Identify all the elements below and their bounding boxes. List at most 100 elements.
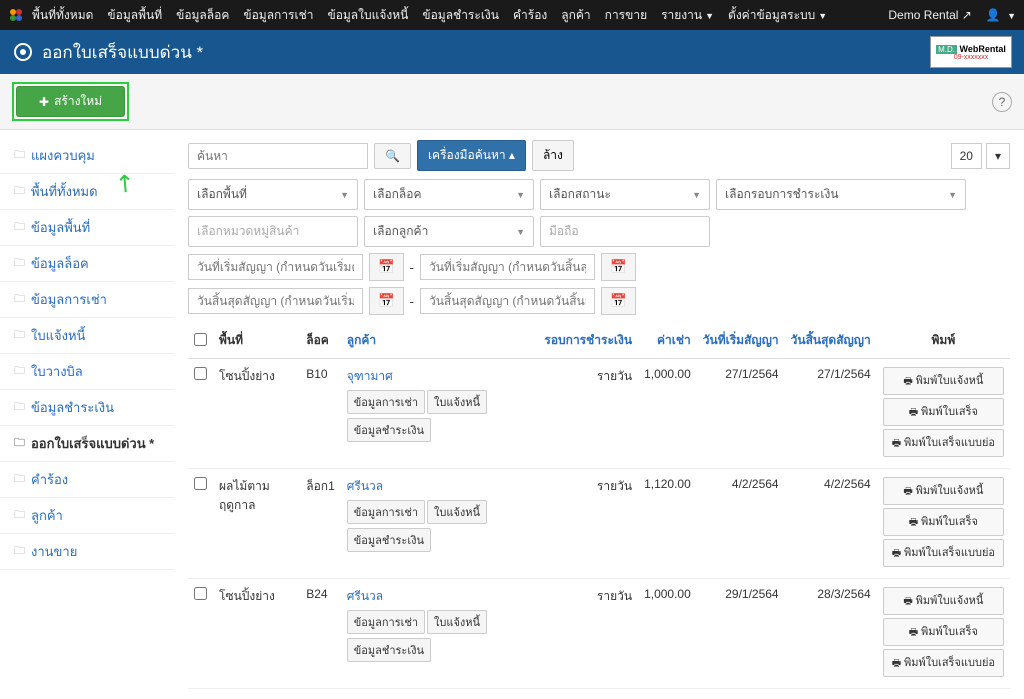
help-icon[interactable]: ? <box>992 92 1012 112</box>
filter-round[interactable]: เลือกรอบการชำระเงิน▼ <box>716 179 966 210</box>
sidebar-item[interactable]: 🗀ออกใบเสร็จแบบด่วน * <box>0 426 174 462</box>
search-tools-button[interactable]: เครื่องมือค้นหา ▴ <box>417 140 526 171</box>
cell-round: รายวัน <box>538 579 638 689</box>
sidebar-item[interactable]: 🗀ลูกค้า <box>0 498 174 534</box>
col-area[interactable]: พื้นที่ <box>213 323 300 359</box>
sidebar-item[interactable]: 🗀แผงควบคุม <box>0 138 174 174</box>
topmenu-item[interactable]: ข้อมูลใบแจ้งหนี้ <box>327 6 408 25</box>
end-date-from[interactable] <box>188 288 363 314</box>
cell-start: 29/1/2564 <box>697 579 785 689</box>
target-icon <box>14 43 32 61</box>
folder-icon: 🗀 <box>14 362 25 381</box>
cell-customer: ศรีนวลข้อมูลการเช่าใบแจ้งหนี้ข้อมูลชำระเ… <box>341 469 539 579</box>
filter-area[interactable]: เลือกพื้นที่▼ <box>188 179 358 210</box>
start-date-to[interactable] <box>420 254 595 280</box>
search-input[interactable] <box>188 143 368 169</box>
calendar-icon[interactable]: 📅 <box>369 253 404 281</box>
filter-status[interactable]: เลือกสถานะ▼ <box>540 179 710 210</box>
new-button[interactable]: ✚ สร้างใหม่ <box>16 86 125 117</box>
print-receipt-button[interactable]: พิมพ์ใบเสร็จ <box>883 508 1004 536</box>
col-start[interactable]: วันที่เริ่มสัญญา <box>697 323 785 359</box>
calendar-icon[interactable]: 📅 <box>601 253 636 281</box>
print-invoice-button[interactable]: พิมพ์ใบแจ้งหนี้ <box>883 367 1004 395</box>
per-page-select[interactable]: 20 <box>951 143 982 169</box>
filter-category[interactable]: เลือกหมวดหมู่สินค้า <box>188 216 358 247</box>
tag-payment[interactable]: ข้อมูลชำระเงิน <box>347 528 431 552</box>
row-checkbox[interactable] <box>194 367 207 380</box>
row-checkbox[interactable] <box>194 587 207 600</box>
per-page-caret[interactable]: ▾ <box>986 143 1010 169</box>
cell-round: รายวัน <box>538 359 638 469</box>
sidebar-item[interactable]: 🗀พื้นที่ทั้งหมด <box>0 174 174 210</box>
sidebar-item[interactable]: 🗀ใบวางบิล <box>0 354 174 390</box>
filter-lock[interactable]: เลือกล็อค▼ <box>364 179 534 210</box>
cell-actions: พิมพ์ใบแจ้งหนี้พิมพ์ใบเสร็จพิมพ์ใบเสร็จแ… <box>877 579 1010 689</box>
col-lock[interactable]: ล็อค <box>300 323 341 359</box>
topmenu-item[interactable]: การขาย <box>605 6 647 25</box>
table-row: โซนปิ้งย่างB24ศรีนวลข้อมูลการเช่าใบแจ้งห… <box>188 579 1010 689</box>
sidebar-item[interactable]: 🗀ข้อมูลการเช่า <box>0 282 174 318</box>
topmenu-item[interactable]: รายงาน▼ <box>661 6 714 25</box>
topmenu-item[interactable]: ลูกค้า <box>561 6 590 25</box>
topmenu-item[interactable]: ข้อมูลชำระเงิน <box>422 6 499 25</box>
filter-mobile[interactable]: มือถือ <box>540 216 710 247</box>
col-end[interactable]: วันสิ้นสุดสัญญา <box>785 323 877 359</box>
col-print: พิมพ์ <box>877 323 1010 359</box>
sidebar-item[interactable]: 🗀ใบแจ้งหนี้ <box>0 318 174 354</box>
sidebar-item[interactable]: 🗀ข้อมูลพื้นที่ <box>0 210 174 246</box>
tag-payment[interactable]: ข้อมูลชำระเงิน <box>347 418 431 442</box>
sidebar-item[interactable]: 🗀ข้อมูลชำระเงิน <box>0 390 174 426</box>
print-receipt-button[interactable]: พิมพ์ใบเสร็จ <box>883 398 1004 426</box>
tag-invoice[interactable]: ใบแจ้งหนี้ <box>427 500 487 524</box>
folder-icon: 🗀 <box>14 218 25 237</box>
end-date-to[interactable] <box>420 288 595 314</box>
col-customer[interactable]: ลูกค้า <box>341 323 539 359</box>
search-button[interactable]: 🔍 <box>374 143 411 169</box>
sidebar-item[interactable]: 🗀ข้อมูลล็อค <box>0 246 174 282</box>
tag-invoice[interactable]: ใบแจ้งหนี้ <box>427 390 487 414</box>
topmenu-item[interactable]: ข้อมูลล็อค <box>176 6 229 25</box>
print-receipt-short-button[interactable]: พิมพ์ใบเสร็จแบบย่อ <box>883 649 1004 677</box>
folder-icon: 🗀 <box>14 470 25 489</box>
search-icon: 🔍 <box>385 149 400 163</box>
cell-actions: พิมพ์ใบแจ้งหนี้พิมพ์ใบเสร็จพิมพ์ใบเสร็จแ… <box>877 359 1010 469</box>
print-receipt-short-button[interactable]: พิมพ์ใบเสร็จแบบย่อ <box>883 539 1004 567</box>
cell-end: 27/1/2564 <box>785 359 877 469</box>
plus-icon: ✚ <box>39 95 49 109</box>
tag-rental[interactable]: ข้อมูลการเช่า <box>347 390 425 414</box>
demo-link[interactable]: Demo Rental ↗ <box>888 8 971 22</box>
topmenu-item[interactable]: คำร้อง <box>513 6 547 25</box>
print-invoice-button[interactable]: พิมพ์ใบแจ้งหนี้ <box>883 477 1004 505</box>
print-receipt-button[interactable]: พิมพ์ใบเสร็จ <box>883 618 1004 646</box>
user-menu[interactable]: 👤 ▼ <box>986 8 1016 22</box>
tag-payment[interactable]: ข้อมูลชำระเงิน <box>347 638 431 662</box>
joomla-icon[interactable] <box>8 7 24 23</box>
print-invoice-button[interactable]: พิมพ์ใบแจ้งหนี้ <box>883 587 1004 615</box>
calendar-icon[interactable]: 📅 <box>601 287 636 315</box>
clear-button[interactable]: ล้าง <box>532 140 574 171</box>
print-receipt-short-button[interactable]: พิมพ์ใบเสร็จแบบย่อ <box>883 429 1004 457</box>
data-table: พื้นที่ ล็อค ลูกค้า รอบการชำระเงิน ค่าเช… <box>188 323 1010 689</box>
start-date-from[interactable] <box>188 254 363 280</box>
topmenu-item[interactable]: ตั้งค่าข้อมูลระบบ▼ <box>728 6 827 25</box>
tag-rental[interactable]: ข้อมูลการเช่า <box>347 610 425 634</box>
folder-icon: 🗀 <box>14 506 25 525</box>
select-all-checkbox[interactable] <box>194 333 207 346</box>
tag-invoice[interactable]: ใบแจ้งหนี้ <box>427 610 487 634</box>
cell-rent: 1,000.00 <box>638 359 697 469</box>
filter-customer[interactable]: เลือกลูกค้า▼ <box>364 216 534 247</box>
sidebar-item[interactable]: 🗀งานขาย <box>0 534 174 570</box>
sidebar: 🗀แผงควบคุม🗀พื้นที่ทั้งหมด🗀ข้อมูลพื้นที่🗀… <box>0 130 174 699</box>
row-checkbox[interactable] <box>194 477 207 490</box>
calendar-icon[interactable]: 📅 <box>369 287 404 315</box>
cell-lock: B10 <box>300 359 341 469</box>
col-rent[interactable]: ค่าเช่า <box>638 323 697 359</box>
cell-area: โซนปิ้งย่าง <box>213 579 300 689</box>
topmenu-item[interactable]: ข้อมูลพื้นที่ <box>107 6 162 25</box>
col-round[interactable]: รอบการชำระเงิน <box>538 323 638 359</box>
topmenu-item[interactable]: ข้อมูลการเช่า <box>243 6 313 25</box>
topmenu-item[interactable]: พื้นที่ทั้งหมด <box>32 6 93 25</box>
sidebar-item[interactable]: 🗀คำร้อง <box>0 462 174 498</box>
tag-rental[interactable]: ข้อมูลการเช่า <box>347 500 425 524</box>
cell-area: ผลไม้ตามฤดูกาล <box>213 469 300 579</box>
